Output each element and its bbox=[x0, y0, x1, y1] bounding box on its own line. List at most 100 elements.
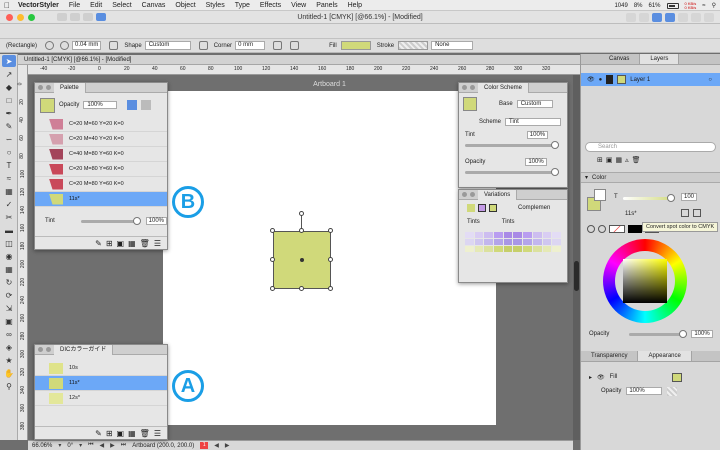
stroke-width-field[interactable]: 0.04 mm bbox=[72, 41, 102, 50]
variation-cell[interactable] bbox=[503, 239, 513, 245]
variation-mode-dropdown[interactable]: Complemen bbox=[518, 205, 550, 211]
color-mode-icon[interactable] bbox=[598, 225, 606, 233]
variation-cell[interactable] bbox=[494, 232, 503, 238]
appearance-fill-row[interactable]: ▸ 👁 Fill bbox=[581, 370, 720, 384]
distribute-icon[interactable] bbox=[665, 13, 675, 22]
resize-handle-r[interactable] bbox=[328, 257, 333, 262]
variation-cell[interactable] bbox=[542, 239, 552, 245]
nav-right-icon[interactable]: ▶ bbox=[225, 442, 230, 449]
swatch-row-selected[interactable]: 11s* bbox=[35, 192, 167, 207]
layer-name[interactable]: Layer 1 bbox=[630, 77, 650, 83]
align-center-icon[interactable] bbox=[639, 13, 649, 22]
variation-cell[interactable] bbox=[552, 239, 561, 245]
rotate-tool-icon[interactable]: ⟳ bbox=[2, 289, 16, 301]
path-text-tool-icon[interactable]: ≈ bbox=[2, 172, 16, 184]
grid-view-icon[interactable] bbox=[141, 100, 152, 110]
edit-swatch-icon[interactable]: ✎ bbox=[95, 429, 102, 438]
next-artboard-icon[interactable]: ▶ bbox=[110, 442, 115, 449]
new-sublayer-icon[interactable]: ▣ bbox=[606, 156, 613, 166]
panel-close-icon[interactable] bbox=[462, 192, 467, 197]
minimize-window-button[interactable] bbox=[17, 13, 24, 21]
pen-tool-icon[interactable]: ✒ bbox=[2, 107, 16, 119]
tab-appearance[interactable]: Appearance bbox=[638, 351, 692, 361]
knife-tool-icon[interactable]: ✂ bbox=[2, 211, 16, 223]
gradient-tool-icon[interactable]: ▦ bbox=[2, 185, 16, 197]
color-tint-field[interactable]: 100 bbox=[681, 193, 698, 201]
variation-cell[interactable] bbox=[542, 246, 552, 252]
color-groups-icon[interactable]: ▦ bbox=[128, 239, 136, 248]
variation-swatch-2[interactable] bbox=[478, 204, 486, 212]
menu-canvas[interactable]: Canvas bbox=[142, 2, 166, 9]
swatch-row[interactable]: C=40 M=80 Y=60 K=0 bbox=[35, 147, 167, 162]
menu-panels[interactable]: Panels bbox=[316, 2, 337, 9]
color-collapse-icon[interactable]: ▾ bbox=[585, 174, 588, 181]
menu-app[interactable]: VectorStyler bbox=[18, 2, 59, 9]
base-dropdown[interactable]: Custom bbox=[516, 100, 553, 108]
menu-file[interactable]: File bbox=[69, 2, 80, 9]
smart-tool-icon[interactable]: ◆ bbox=[2, 81, 16, 93]
wifi-icon[interactable]: ≈ bbox=[702, 3, 705, 9]
no-color-icon[interactable] bbox=[587, 225, 595, 233]
stroke-settings-icon[interactable] bbox=[45, 41, 55, 50]
pencil-tool-icon[interactable]: ✎ bbox=[2, 120, 16, 132]
zoom-tool-icon[interactable]: ⚲ bbox=[2, 380, 16, 392]
tab-canvas[interactable]: Canvas bbox=[599, 54, 641, 64]
tint-slider-knob[interactable] bbox=[132, 216, 141, 225]
variation-cell[interactable] bbox=[484, 239, 494, 245]
pan-tool-icon[interactable]: ✋ bbox=[2, 367, 16, 379]
grid-icon[interactable] bbox=[678, 13, 688, 22]
snap-icon[interactable] bbox=[691, 13, 701, 22]
cs-tint-knob[interactable] bbox=[551, 141, 559, 149]
edit-swatch-icon[interactable]: ✎ bbox=[95, 239, 102, 248]
variations-left-dropdown[interactable]: Tints bbox=[467, 219, 480, 225]
variation-cell[interactable] bbox=[523, 232, 532, 238]
resize-handle-tl[interactable] bbox=[270, 228, 275, 233]
layers-search[interactable]: Search bbox=[585, 142, 716, 152]
color-opacity-slider[interactable] bbox=[629, 329, 688, 338]
menu-edit[interactable]: Edit bbox=[90, 2, 102, 9]
width-icon[interactable] bbox=[60, 41, 70, 50]
tab-transparency[interactable]: Transparency bbox=[581, 351, 639, 361]
layer-target-icon[interactable]: ○ bbox=[708, 77, 712, 83]
align-right-icon[interactable] bbox=[652, 13, 662, 22]
variation-cell[interactable] bbox=[474, 239, 484, 245]
color-opacity-field[interactable]: 100% bbox=[691, 330, 713, 338]
document-tab[interactable]: Untitled-1 [CMYK] [@66.1%] - [Modified] bbox=[18, 55, 580, 65]
node-tool-icon[interactable]: ↗ bbox=[2, 68, 16, 80]
variations-title[interactable]: Variations bbox=[478, 189, 518, 200]
swatch-row[interactable]: C=20 M=80 Y=60 K=0 bbox=[35, 177, 167, 192]
scheme-dropdown[interactable]: Tint bbox=[505, 117, 562, 126]
close-window-button[interactable] bbox=[6, 13, 13, 21]
corner-options-icon[interactable] bbox=[290, 41, 300, 50]
spot-to-cmyk-button[interactable] bbox=[681, 209, 689, 217]
shape-dropdown[interactable]: Custom bbox=[144, 41, 191, 50]
variation-cell[interactable] bbox=[532, 246, 542, 252]
duplicate-icon[interactable]: ▦ bbox=[616, 156, 623, 166]
resize-handle-t[interactable] bbox=[299, 228, 304, 233]
stroke-style-dropdown[interactable]: None bbox=[431, 41, 474, 50]
page-number[interactable]: 1 bbox=[200, 442, 209, 449]
variation-cell[interactable] bbox=[474, 232, 484, 238]
resize-handle-tr[interactable] bbox=[328, 228, 333, 233]
dic-swatch-row-selected[interactable]: 11s* bbox=[35, 376, 167, 391]
add-group-icon[interactable]: ▣ bbox=[117, 429, 125, 438]
variation-cell[interactable] bbox=[542, 232, 552, 238]
sidebar-icon[interactable] bbox=[70, 13, 80, 21]
base-color-swatch[interactable] bbox=[463, 97, 477, 111]
layout-icon[interactable] bbox=[83, 13, 93, 21]
document-icon[interactable] bbox=[57, 13, 67, 21]
text-tool-icon[interactable]: T bbox=[2, 159, 16, 171]
resize-handle-bl[interactable] bbox=[270, 286, 275, 291]
panel-close-icon[interactable] bbox=[38, 85, 43, 90]
panel-close-icon[interactable] bbox=[38, 347, 43, 352]
shape-builder-tool-icon[interactable]: ◫ bbox=[2, 237, 16, 249]
variation-cell[interactable] bbox=[503, 246, 513, 252]
variation-cell[interactable] bbox=[532, 239, 542, 245]
search-icon[interactable]: ⚲ bbox=[712, 2, 716, 9]
resize-handle-b[interactable] bbox=[299, 286, 304, 291]
vertical-scroll-thumb[interactable] bbox=[574, 261, 579, 291]
delete-swatch-icon[interactable]: 🗑 bbox=[140, 239, 150, 248]
dic-swatch-row[interactable]: 12s* bbox=[35, 391, 167, 406]
variation-cell[interactable] bbox=[552, 246, 561, 252]
delete-swatch-icon[interactable]: 🗑 bbox=[140, 429, 150, 438]
